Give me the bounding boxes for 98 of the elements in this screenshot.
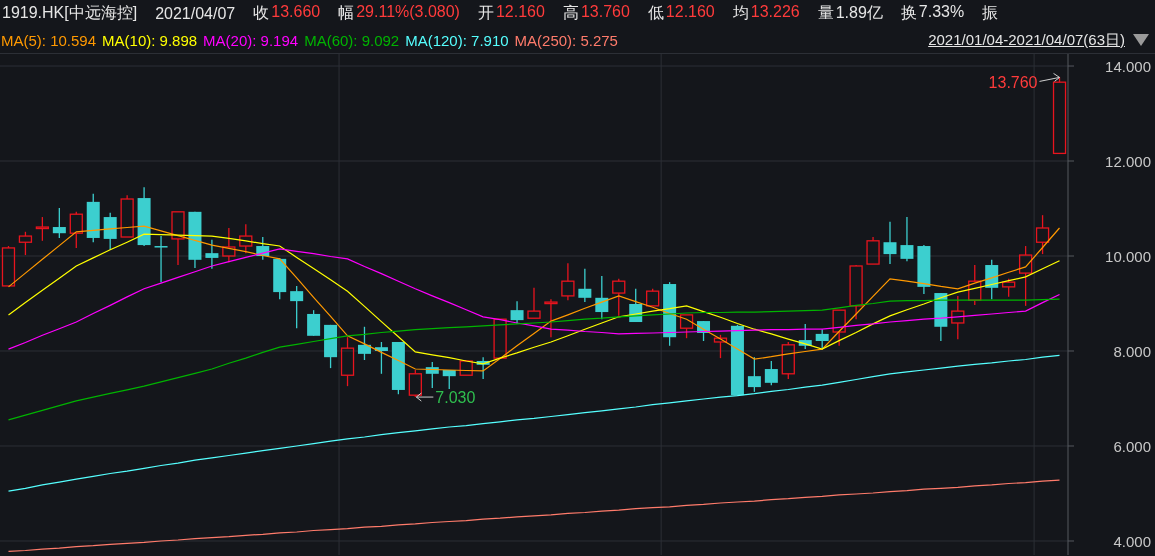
- candlestick: [307, 309, 321, 337]
- candlestick: [391, 341, 405, 395]
- candlestick: [578, 268, 592, 303]
- candlestick: [832, 309, 846, 347]
- candlestick: [713, 334, 728, 359]
- candlestick: [425, 361, 439, 389]
- price-label: 13.760: [988, 74, 1038, 92]
- ma-legend-item: MA(250): 5.275: [514, 31, 618, 49]
- axis-label: 8.000: [1113, 343, 1151, 360]
- candlestick: [934, 292, 948, 342]
- candlestick: [1018, 245, 1033, 307]
- candlestick: [358, 326, 371, 361]
- candlestick: [730, 324, 744, 396]
- candlestick: [1002, 278, 1016, 298]
- candlestick: [781, 341, 795, 380]
- candlestick: [951, 295, 965, 340]
- axis-label: 14.000: [1105, 58, 1151, 75]
- candlestick: [290, 285, 304, 329]
- quote-label: 高: [562, 3, 579, 23]
- quote-label: 振: [982, 3, 999, 23]
- candlestick: [510, 300, 524, 325]
- candlestick: [1035, 214, 1050, 255]
- candlestick: [849, 264, 863, 320]
- quote-label: 均: [732, 3, 749, 23]
- ma-legend-item: MA(5): 10.594: [1, 31, 97, 49]
- date-range-link[interactable]: 2021/01/04-2021/04/07(63日): [928, 30, 1125, 50]
- candlestick: [747, 356, 761, 393]
- quote-value: 29.11%(3.080): [356, 3, 460, 22]
- candlestick: [1, 245, 16, 287]
- quote-label: 量: [817, 3, 834, 23]
- candlestick: [493, 318, 507, 359]
- candlestick: [69, 211, 83, 249]
- candlestick: [697, 320, 710, 342]
- candlestick: [900, 216, 914, 262]
- quote-value: 1.89亿: [835, 3, 883, 23]
- candlestick: [374, 341, 388, 375]
- quote-value: 13.760: [580, 3, 630, 22]
- candlestick: [222, 227, 236, 263]
- arrow-icon: [1039, 72, 1060, 82]
- candlestick: [985, 259, 999, 300]
- candlestick: [171, 211, 185, 266]
- stock-symbol: 1919.HK[中远海控]: [2, 3, 138, 23]
- price-label: 7.030: [435, 389, 476, 407]
- quote-label: 收: [253, 3, 270, 23]
- candlestick: [35, 216, 50, 242]
- ma-legend-item: MA(20): 9.194: [203, 31, 299, 49]
- quote-value: 13.226: [750, 3, 800, 22]
- candlestick: [815, 328, 829, 349]
- ma-legend-item: MA(60): 9.092: [304, 31, 400, 49]
- candlestick: [18, 231, 33, 256]
- arrow-icon: [415, 392, 434, 402]
- candlestick: [917, 244, 931, 295]
- candlestick: [629, 288, 643, 323]
- quote-value: 13.660: [271, 3, 321, 22]
- ma-legend-item: MA(10): 9.898: [102, 31, 198, 49]
- dropdown-triangle-icon[interactable]: [1133, 34, 1149, 46]
- quote-date: 2021/04/07: [155, 4, 236, 23]
- candlestick: [324, 324, 338, 369]
- quote-value: 7.33%: [918, 3, 965, 22]
- candlestick: [679, 314, 694, 339]
- candlestick: [459, 359, 473, 376]
- quote-label: 低: [647, 3, 664, 23]
- candlestick: [256, 236, 270, 261]
- candlestick: [764, 360, 778, 386]
- candlestick: [646, 288, 660, 307]
- candlestick: [154, 235, 168, 283]
- candlestick: [273, 257, 287, 300]
- candlestick: [883, 221, 897, 265]
- candlestick: [866, 236, 880, 265]
- candlestick: [239, 223, 253, 254]
- candlestick: [612, 278, 626, 317]
- candlestick: [442, 369, 456, 390]
- candlestick: [561, 262, 575, 301]
- axis-label: 4.000: [1113, 533, 1151, 550]
- axis-label: 10.000: [1105, 248, 1151, 265]
- candlestick: [595, 275, 609, 320]
- candlestick: [408, 369, 422, 398]
- candlestick: [103, 212, 117, 251]
- quote-label: 换: [900, 3, 917, 23]
- quote-label: 幅: [338, 3, 355, 23]
- candlestick: [137, 186, 151, 247]
- quote-value: 12.160: [665, 3, 715, 22]
- quote-value: 12.160: [495, 3, 545, 22]
- candlestick: [527, 287, 541, 319]
- axis-label: 6.000: [1113, 438, 1151, 455]
- candlestick: [544, 298, 558, 338]
- quote-label: 开: [477, 3, 494, 23]
- candlestick: [188, 211, 202, 269]
- axis-label: 12.000: [1105, 153, 1151, 170]
- candlestick: [205, 239, 219, 270]
- candlestick: [340, 336, 355, 387]
- candlestick: [798, 323, 812, 350]
- candlestick: [86, 193, 100, 243]
- ma-legend-item: MA(120): 7.910: [405, 31, 509, 49]
- candlestick: [52, 207, 66, 239]
- candlestick: [120, 194, 134, 238]
- candlestick: [476, 356, 490, 380]
- candlestick: [968, 264, 982, 306]
